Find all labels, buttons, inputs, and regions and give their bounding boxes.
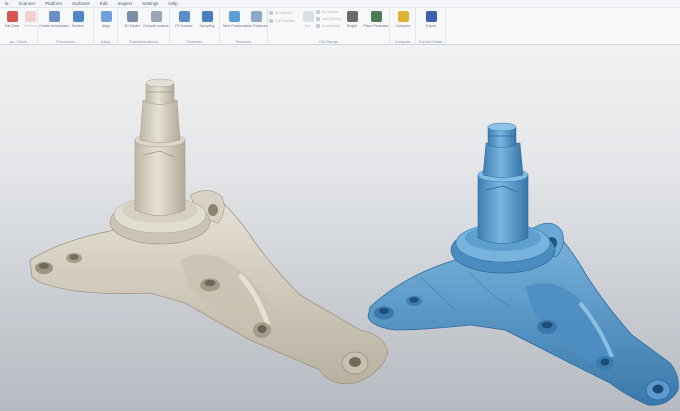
ribbon-group-label: Analysis — [395, 39, 410, 44]
ribbon-group-1: Delete Unselected Surface Processes — [38, 8, 94, 45]
ribbon-button-label: Reglet — [346, 24, 358, 28]
sampling-button[interactable]: Sampling — [195, 10, 219, 36]
ribbon-button-label: Auto Features — [244, 24, 268, 28]
ribbon-toolbar: Bloc Model Grid Transfer By Surface Auto… — [0, 8, 680, 45]
menu-item-2[interactable]: Platform — [40, 0, 67, 8]
ribbon-group-0: Set Data Preview an / Save — [0, 8, 38, 45]
preview-icon — [24, 11, 36, 22]
ribbon-group-4: Fit Surface Sampling Features — [170, 8, 220, 45]
exclude-icon — [150, 11, 162, 22]
export-icon — [425, 11, 437, 22]
ribbon-button-label: Surface — [71, 24, 85, 28]
ribbon-group-6: Bev Reglet Place Proactive Cut Range — [268, 8, 390, 45]
surface-icon — [72, 11, 84, 22]
menu-item-3[interactable]: Surfaces — [67, 0, 95, 8]
export-button[interactable]: Export — [419, 10, 443, 36]
ribbon-button-label: Sampling — [199, 24, 215, 28]
proactive-icon — [370, 11, 382, 22]
fit-button[interactable]: Fit Surface — [172, 10, 196, 36]
ribbon-group-2: Align Align — [94, 8, 118, 45]
ribbon-group-label: Processes — [56, 39, 75, 44]
ribbon-group-label: Transformations — [129, 39, 158, 44]
auto-feature-icon — [250, 11, 262, 22]
ribbon-group-7: Compare Analysis — [390, 8, 416, 45]
ribbon-button-label: Export — [425, 24, 437, 28]
menu-item-7[interactable]: Help — [163, 0, 182, 8]
ribbon-group-label: an / Save — [10, 39, 27, 44]
ribbon-button-label: Set Data — [5, 24, 19, 28]
align-icon — [100, 11, 112, 22]
compare-icon — [397, 11, 409, 22]
left-part-model[interactable] — [29, 78, 389, 385]
align-button[interactable]: Align — [94, 10, 118, 36]
surface-button[interactable]: Surface — [66, 10, 90, 36]
ribbon-button-label: Align — [102, 24, 110, 28]
menu-item-4[interactable]: Edit — [95, 0, 113, 8]
exclude-button[interactable]: Exclude surface — [143, 10, 169, 36]
delete-button[interactable]: Delete Unselected — [39, 10, 69, 36]
ribbon-button-label: Exclude surface — [143, 24, 169, 28]
right-part-model[interactable] — [367, 122, 679, 406]
proactive-button[interactable]: Place Proactive — [364, 10, 388, 36]
fit-icon — [178, 11, 190, 22]
ribbon-button-label: Preview — [23, 24, 37, 28]
3d-viewport[interactable] — [0, 45, 680, 411]
ribbon-button-label: Bev — [304, 24, 312, 28]
menu-bar: le Scanner Platform Surfaces Edit Inspect Sett… — [0, 0, 680, 8]
sampling-icon — [201, 11, 213, 22]
compare-button[interactable]: Compare — [391, 10, 415, 36]
menu-item-5[interactable]: Inspect — [113, 0, 138, 8]
ribbon-group-5: New Features Auto Features Features — [220, 8, 268, 45]
auto-feature-button[interactable]: Auto Features — [244, 10, 268, 36]
menu-item-1[interactable]: Scanner — [14, 0, 41, 8]
menu-item-0[interactable]: le — [0, 0, 14, 8]
feature-icon — [228, 11, 240, 22]
scan-icon — [6, 11, 18, 22]
viewport-canvas[interactable] — [0, 45, 680, 411]
ribbon-button-label: Place Proactive — [363, 24, 389, 28]
ribbon-group-label: Features — [186, 39, 203, 44]
delete-icon — [48, 11, 60, 22]
ribbon-group-3: 3D Model Exclude surface Transformations — [118, 8, 170, 45]
model-button[interactable]: 3D Model — [120, 10, 144, 36]
ribbon-group-label: Cut Range — [318, 39, 339, 44]
ribbon-button-label: Delete Unselected — [39, 24, 69, 28]
model-icon — [126, 11, 138, 22]
menu-item-6[interactable]: Settings — [137, 0, 163, 8]
ribbon-button-label: Compare — [395, 24, 411, 28]
ribbon-group-label: Features — [235, 39, 252, 44]
ribbon-group-label: Export Model — [418, 39, 443, 44]
ribbon-button-label: Fit Surface — [175, 24, 193, 28]
bev-button[interactable]: Bev — [296, 10, 320, 36]
ribbon-group-8: Export Export Model — [416, 8, 446, 45]
feature-button[interactable]: New Features — [222, 10, 246, 36]
reglet-button[interactable]: Reglet — [340, 10, 364, 36]
ribbon-group-label: Align — [101, 39, 110, 44]
ribbon-button-label: New Features — [222, 24, 246, 28]
ribbon-button-label: 3D Model — [124, 24, 140, 28]
reglet-icon — [346, 11, 358, 22]
bev-icon — [302, 11, 314, 22]
